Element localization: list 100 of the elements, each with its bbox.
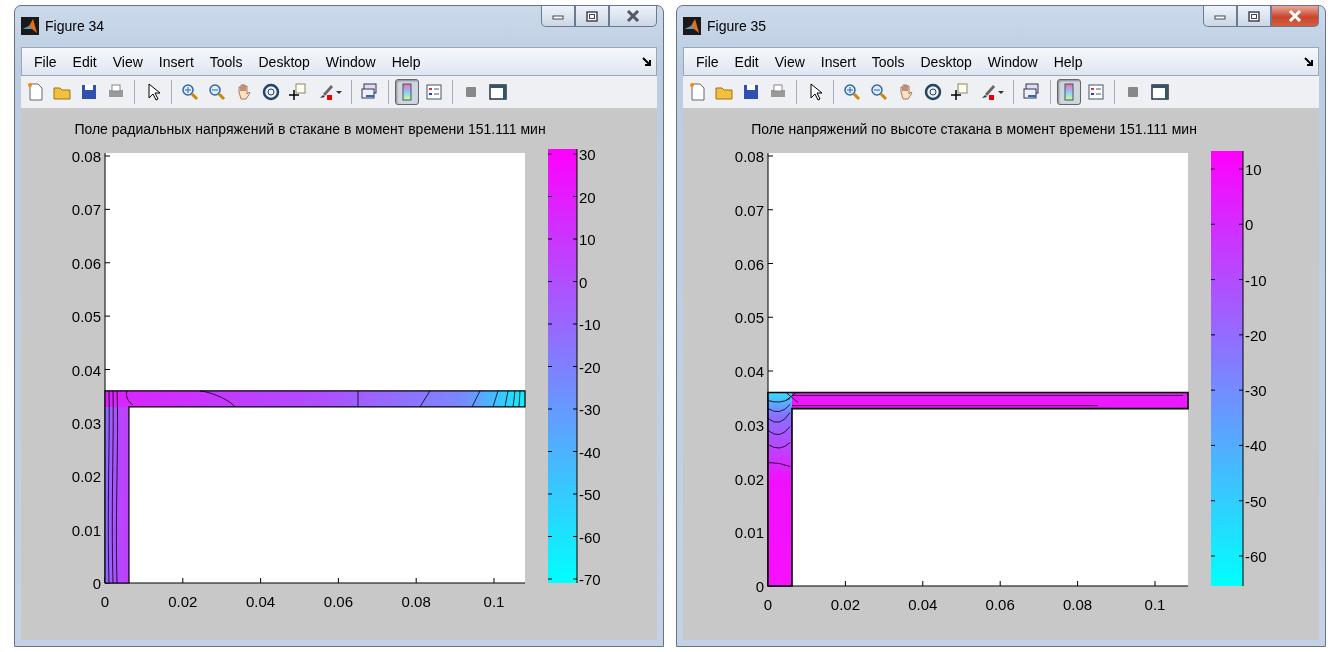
x-tick-label: 0.02 <box>168 593 198 610</box>
save-icon <box>79 82 99 102</box>
y-tick-label: 0.06 <box>71 254 101 272</box>
colorbar-tick-label: -40 <box>579 443 601 461</box>
x-tick-label: 0.04 <box>246 593 276 610</box>
caret-icon <box>997 89 1005 95</box>
menu-item[interactable]: Desktop <box>912 53 980 70</box>
y-tick-label: 0 <box>92 575 101 592</box>
menu-item[interactable]: File <box>26 53 65 70</box>
y-tick-label: 0.03 <box>734 416 764 434</box>
linked-plot-icon <box>360 82 380 102</box>
maximize-button[interactable] <box>1237 6 1271 27</box>
x-tick-label: 0.04 <box>908 596 938 613</box>
close-button[interactable] <box>609 6 657 27</box>
colorbar-tick-label: -50 <box>1245 492 1267 510</box>
y-tick-label: 0.05 <box>734 309 764 327</box>
colorbar-tick-label: -30 <box>579 401 601 418</box>
x-tick-label: 0.08 <box>401 593 431 610</box>
legend-icon <box>424 82 444 102</box>
minimize-button[interactable] <box>541 6 575 27</box>
menu-item[interactable]: Tools <box>201 53 251 70</box>
x-tick-label: 0.06 <box>985 596 1015 613</box>
menu-item[interactable]: Window <box>317 53 384 70</box>
colorbar-tick-label: -20 <box>1245 326 1267 344</box>
y-tick-label: 0 <box>755 578 764 595</box>
rotate-icon <box>923 82 943 102</box>
y-tick-label: 0.04 <box>734 363 764 380</box>
colorbar-tick-label: 10 <box>1245 161 1262 178</box>
dock-icon[interactable] <box>1304 56 1314 67</box>
menu-item[interactable]: Help <box>383 53 429 70</box>
menu-item[interactable]: View <box>104 53 151 70</box>
menu-item[interactable]: Help <box>1045 53 1091 70</box>
app-logo-icon <box>21 17 39 35</box>
x-tick-label: 0.1 <box>483 593 505 610</box>
y-tick-label: 0.07 <box>71 201 101 219</box>
panel-layout-icon <box>488 82 508 102</box>
colorbar-tick-label: -10 <box>1245 271 1267 289</box>
panel-layout-icon <box>1150 82 1170 102</box>
minimize-icon <box>1214 12 1226 20</box>
y-tick-label: 0.07 <box>734 201 764 219</box>
colorbar-tick-label: 0 <box>1245 216 1254 234</box>
menu-item[interactable]: Edit <box>726 53 767 70</box>
y-tick-label: 0.04 <box>71 361 101 379</box>
colorbar-tick-label: -30 <box>1245 382 1267 400</box>
new-file-icon <box>687 82 707 102</box>
plot-title: Поле напряжений по высоте стакана в момент времени 151.111 мин <box>751 121 1197 137</box>
colorbar-tick-label: 20 <box>579 188 596 206</box>
rotate-icon <box>261 82 281 102</box>
dock-icon[interactable] <box>642 56 652 67</box>
y-tick-label: 0.08 <box>734 148 764 165</box>
new-file-icon <box>25 82 45 102</box>
colorbar-tick-label: -10 <box>579 316 601 333</box>
menu-item[interactable]: Edit <box>64 53 105 70</box>
colorbar-tick-label: -50 <box>579 486 601 503</box>
menu-item[interactable]: View <box>766 53 813 70</box>
y-tick-label: 0.06 <box>734 255 764 273</box>
minimize-icon <box>552 12 564 20</box>
menu-item[interactable]: Insert <box>150 53 202 70</box>
maximize-icon <box>586 10 598 22</box>
linked-plot-icon <box>1022 82 1042 102</box>
y-tick-label: 0.02 <box>71 468 101 486</box>
zoom-in-icon <box>180 82 200 102</box>
plot-title: Поле радиальных напряжений в стакане в момент времени 151.111 мин <box>74 121 546 137</box>
colorbar-tick-label: -60 <box>579 528 601 546</box>
minimize-button[interactable] <box>1203 6 1237 27</box>
data-cursor-icon <box>950 82 970 102</box>
colorbar-tick-label: 30 <box>579 146 596 163</box>
close-icon <box>626 10 640 22</box>
zoom-out-icon <box>869 82 889 102</box>
data-cursor-icon <box>288 82 308 102</box>
colorbar-tick-label: -70 <box>579 571 601 588</box>
y-tick-label: 0.01 <box>71 521 101 539</box>
y-tick-label: 0.08 <box>71 148 101 165</box>
colorbar-tick-label: 10 <box>579 231 596 248</box>
colorbar-button[interactable] <box>395 79 419 105</box>
close-button[interactable] <box>1271 6 1319 27</box>
maximize-button[interactable] <box>575 6 609 27</box>
colorbar-tick-label: -60 <box>1245 548 1267 565</box>
menu-item[interactable]: Insert <box>812 53 864 70</box>
y-tick-label: 0.03 <box>71 414 101 432</box>
colorbar-tick-label: 0 <box>579 273 588 291</box>
caret-icon <box>335 89 343 95</box>
x-tick-label: 0 <box>100 593 110 610</box>
menu-item[interactable]: File <box>688 53 727 70</box>
legend-icon <box>1086 82 1106 102</box>
x-tick-label: 0.06 <box>323 593 353 610</box>
menu-item[interactable]: Window <box>979 53 1046 70</box>
colorbar-tick-label: -20 <box>579 358 601 376</box>
menu-item[interactable]: Desktop <box>250 53 318 70</box>
zoom-out-icon <box>207 82 227 102</box>
x-tick-label: 0.1 <box>1144 596 1166 613</box>
y-tick-label: 0.01 <box>734 524 764 542</box>
app-logo-icon <box>683 17 701 35</box>
menu-item[interactable]: Tools <box>863 53 913 70</box>
y-tick-label: 0.05 <box>71 308 101 326</box>
save-icon <box>741 82 761 102</box>
maximize-icon <box>1248 10 1260 22</box>
y-tick-label: 0.02 <box>734 470 764 488</box>
colorbar-button[interactable] <box>1057 79 1081 105</box>
colorbar-tick-label: -40 <box>1245 437 1267 455</box>
